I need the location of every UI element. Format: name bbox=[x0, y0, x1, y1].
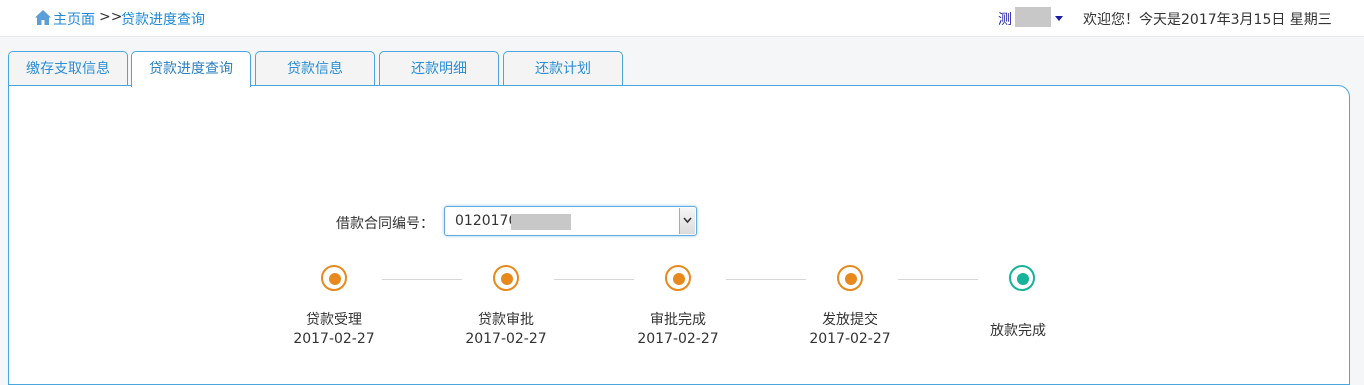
contract-number-label: 借款合同编号： bbox=[336, 216, 434, 232]
tab-label: 缴存支取信息 bbox=[26, 61, 110, 77]
select-dropdown-button[interactable] bbox=[679, 208, 695, 234]
step-5-label: 放款完成 bbox=[990, 323, 1046, 339]
contract-number-redaction bbox=[511, 214, 571, 230]
step-1-label: 贷款受理 bbox=[306, 312, 362, 328]
step-4-label: 发放提交 bbox=[822, 312, 878, 328]
step-connector bbox=[554, 279, 634, 280]
tab-repayment-plan[interactable]: 还款计划 bbox=[503, 51, 623, 86]
step-5-status-icon bbox=[1009, 265, 1035, 291]
tab-label: 还款明细 bbox=[411, 61, 467, 77]
step-4-status-icon bbox=[837, 265, 863, 291]
step-2-label: 贷款审批 bbox=[478, 312, 534, 328]
contract-number-value: 0120170 bbox=[455, 213, 518, 229]
user-name-redaction bbox=[1015, 7, 1051, 27]
step-3-status-icon bbox=[665, 265, 691, 291]
tab-repayment-details[interactable]: 还款明细 bbox=[379, 51, 499, 86]
step-3-label: 审批完成 bbox=[650, 312, 706, 328]
chevron-down-icon bbox=[683, 217, 692, 224]
step-3-date: 2017-02-27 bbox=[637, 331, 719, 347]
user-name[interactable]: 测 bbox=[998, 9, 1012, 29]
step-4-date: 2017-02-27 bbox=[809, 331, 891, 347]
step-1-date: 2017-02-27 bbox=[293, 331, 375, 347]
tab-label: 贷款进度查询 bbox=[149, 61, 233, 77]
breadcrumb-current[interactable]: 贷款进度查询 bbox=[121, 9, 205, 29]
tab-loan-progress[interactable]: 贷款进度查询 bbox=[131, 51, 251, 87]
breadcrumb-separator: >> bbox=[99, 9, 123, 25]
step-1-status-icon bbox=[321, 265, 347, 291]
step-2-status-icon bbox=[493, 265, 519, 291]
tab-label: 还款计划 bbox=[535, 61, 591, 77]
welcome-text: 欢迎您！今天是2017年3月15日 星期三 bbox=[1083, 12, 1332, 28]
tab-loan-info[interactable]: 贷款信息 bbox=[255, 51, 375, 86]
tab-label: 贷款信息 bbox=[287, 61, 343, 77]
step-2-date: 2017-02-27 bbox=[465, 331, 547, 347]
step-connector bbox=[382, 279, 462, 280]
top-bar: 主页面 >> 贷款进度查询 测 欢迎您！今天是2017年3月15日 星期三 bbox=[0, 0, 1364, 37]
home-icon[interactable] bbox=[34, 9, 52, 26]
breadcrumb-home-link[interactable]: 主页面 bbox=[53, 9, 95, 29]
step-connector bbox=[726, 279, 806, 280]
tab-deposit-withdrawal[interactable]: 缴存支取信息 bbox=[8, 51, 128, 86]
step-connector bbox=[898, 279, 978, 280]
contract-number-select[interactable]: 0120170 bbox=[444, 206, 697, 236]
caret-down-icon[interactable] bbox=[1055, 16, 1063, 21]
